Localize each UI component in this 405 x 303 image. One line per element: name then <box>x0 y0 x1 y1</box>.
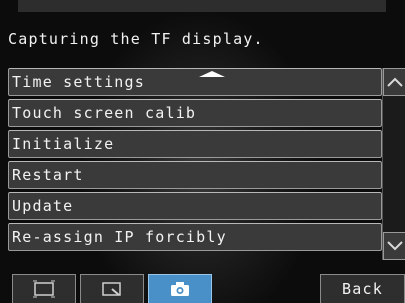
camera-icon <box>171 282 189 296</box>
bottom-toolbar: Back <box>0 270 405 303</box>
menu-scrollbar[interactable] <box>382 68 405 260</box>
capture-button[interactable] <box>148 274 212 303</box>
zoom-window-icon <box>102 282 121 296</box>
settings-menu-list: Time settings Touch screen calib Initial… <box>8 68 382 254</box>
scroll-down-button[interactable] <box>383 232 405 260</box>
zoom-window-button[interactable] <box>80 274 144 303</box>
menu-item-update[interactable]: Update <box>8 192 382 220</box>
chevron-down-icon <box>386 241 403 251</box>
menu-item-initialize[interactable]: Initialize <box>8 130 382 158</box>
back-button[interactable]: Back <box>320 274 405 303</box>
status-message: Capturing the TF display. <box>8 30 264 48</box>
fullscreen-icon <box>33 280 55 298</box>
menu-item-restart[interactable]: Restart <box>8 161 382 189</box>
scroll-up-button[interactable] <box>383 68 405 96</box>
fullscreen-button[interactable] <box>12 274 76 303</box>
menu-item-time-settings[interactable]: Time settings <box>8 68 382 96</box>
top-image-strip <box>18 0 386 12</box>
menu-item-reassign-ip[interactable]: Re-assign IP forcibly <box>8 223 382 251</box>
menu-item-touch-screen-calib[interactable]: Touch screen calib <box>8 99 382 127</box>
chevron-up-icon <box>386 77 403 87</box>
